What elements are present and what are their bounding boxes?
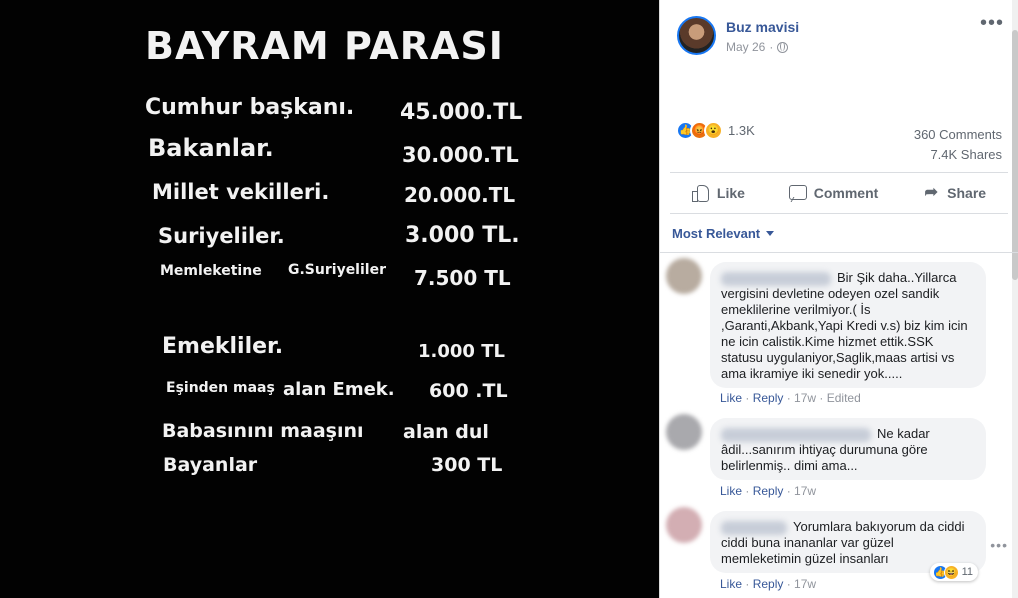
comment-options-icon[interactable]: ••• xyxy=(990,537,1008,553)
image-line-label: Emekliler. xyxy=(162,334,284,359)
image-line-value: alan dul xyxy=(403,421,489,443)
post-meta: May 26 · xyxy=(726,40,789,54)
comment-like-link[interactable]: Like xyxy=(720,484,742,498)
comment-actions: Like · Reply · 17w xyxy=(720,484,817,498)
comment-reply-link[interactable]: Reply xyxy=(753,577,784,591)
comment-like-link[interactable]: Like xyxy=(720,577,742,591)
wow-reaction-icon: 😮 xyxy=(704,121,723,140)
image-line-value: 3.000 TL. xyxy=(405,223,520,248)
comment-bubble-icon xyxy=(788,184,807,202)
comment-reaction-badge[interactable]: 👍 😆 11 xyxy=(929,563,978,581)
image-line-value: 7.500 TL xyxy=(414,266,511,290)
more-options-icon[interactable]: ••• xyxy=(980,13,1004,33)
engagement-counts: 360 Comments 7.4K Shares xyxy=(914,125,1002,165)
image-line-label: Cumhur başkanı. xyxy=(145,95,355,120)
reaction-summary[interactable]: 👍 😡 😮 1.3K xyxy=(676,121,755,140)
comment-label: Comment xyxy=(813,185,879,201)
shares-count-link[interactable]: 7.4K Shares xyxy=(914,145,1002,165)
image-line-label: Bakanlar. xyxy=(148,134,274,162)
comment-bubble: Bir Şik daha..Yillarca vergisini devleti… xyxy=(710,262,986,388)
share-arrow-icon: ➦ xyxy=(924,184,938,201)
comment-reply-link[interactable]: Reply xyxy=(753,484,784,498)
image-line-value: 300 TL xyxy=(431,454,503,476)
comment-reply-link[interactable]: Reply xyxy=(753,391,784,405)
comment-bubble: Ne kadar âdil...sanırım ihtiyaç durumuna… xyxy=(710,418,986,480)
scrollbar-thumb[interactable] xyxy=(1012,30,1018,280)
divider xyxy=(660,252,1018,253)
commenter-name[interactable] xyxy=(721,520,787,535)
image-line-label: G.Suriyeliler xyxy=(288,262,386,278)
post-actions: Like Comment ➦ Share xyxy=(670,172,1008,214)
image-line-value: 1.000 TL xyxy=(418,341,505,362)
image-line-label: Millet vekilleri. xyxy=(152,180,330,204)
reaction-count: 1.3K xyxy=(728,123,755,138)
comment-reaction-count: 11 xyxy=(961,566,973,578)
author-name[interactable]: Buz mavisi xyxy=(726,19,799,35)
caret-down-icon xyxy=(766,231,775,236)
like-button[interactable]: Like xyxy=(691,184,745,202)
image-line-label: Bayanlar xyxy=(163,454,258,476)
image-line-value: 30.000.TL xyxy=(402,143,519,167)
comment-bubble: Yorumlara bakıyorum da ciddi ciddi buna … xyxy=(710,511,986,581)
post-date[interactable]: May 26 xyxy=(726,40,765,54)
comment-time[interactable]: 17w xyxy=(794,577,816,591)
commenter-avatar[interactable] xyxy=(666,414,702,450)
image-line-label: alan Emek. xyxy=(283,379,395,400)
post-sidebar: Buz mavisi May 26 · ••• 👍 😡 😮 1.3K 360 C… xyxy=(659,0,1018,598)
comment-button[interactable]: Comment xyxy=(788,184,879,202)
image-line-value: 45.000.TL xyxy=(400,100,523,125)
comment-edited: Edited xyxy=(826,391,861,405)
image-line-label: Babasınını maaşını xyxy=(162,420,364,442)
author-avatar[interactable] xyxy=(677,16,716,55)
comment-time[interactable]: 17w xyxy=(794,391,816,405)
comment-sort-dropdown[interactable]: Most Relevant xyxy=(672,226,775,241)
image-line-value: 600 .TL xyxy=(429,380,508,402)
comment-text: Bir Şik daha..Yillarca vergisini devleti… xyxy=(721,270,968,381)
globe-icon xyxy=(777,41,789,53)
dot-separator: · xyxy=(769,40,774,54)
like-label: Like xyxy=(716,185,745,201)
commenter-name[interactable] xyxy=(721,271,831,286)
share-button[interactable]: ➦ Share xyxy=(922,184,986,202)
comments-count-link[interactable]: 360 Comments xyxy=(914,125,1002,145)
post-image[interactable]: BAYRAM PARASI Cumhur başkanı. 45.000.TL … xyxy=(0,0,659,598)
thumbs-up-icon xyxy=(691,184,710,202)
image-line-label: Suriyeliler. xyxy=(158,224,285,248)
comment-time[interactable]: 17w xyxy=(794,484,816,498)
commenter-avatar[interactable] xyxy=(666,258,702,294)
scrollbar[interactable] xyxy=(1012,0,1018,598)
comment-actions: Like · Reply · 17w · Edited xyxy=(720,391,861,405)
comment-actions: Like · Reply · 17w xyxy=(720,577,817,591)
comment-like-link[interactable]: Like xyxy=(720,391,742,405)
commenter-avatar[interactable] xyxy=(666,507,702,543)
commenter-name[interactable] xyxy=(721,427,871,442)
sort-label: Most Relevant xyxy=(672,226,761,241)
image-line-label: Eşinden maaş xyxy=(166,380,275,396)
image-line-label: Memleketine xyxy=(160,263,262,279)
haha-reaction-icon: 😆 xyxy=(943,564,959,580)
share-label: Share xyxy=(947,185,987,201)
image-line-value: 20.000.TL xyxy=(404,183,516,207)
image-title: BAYRAM PARASI xyxy=(145,24,504,68)
